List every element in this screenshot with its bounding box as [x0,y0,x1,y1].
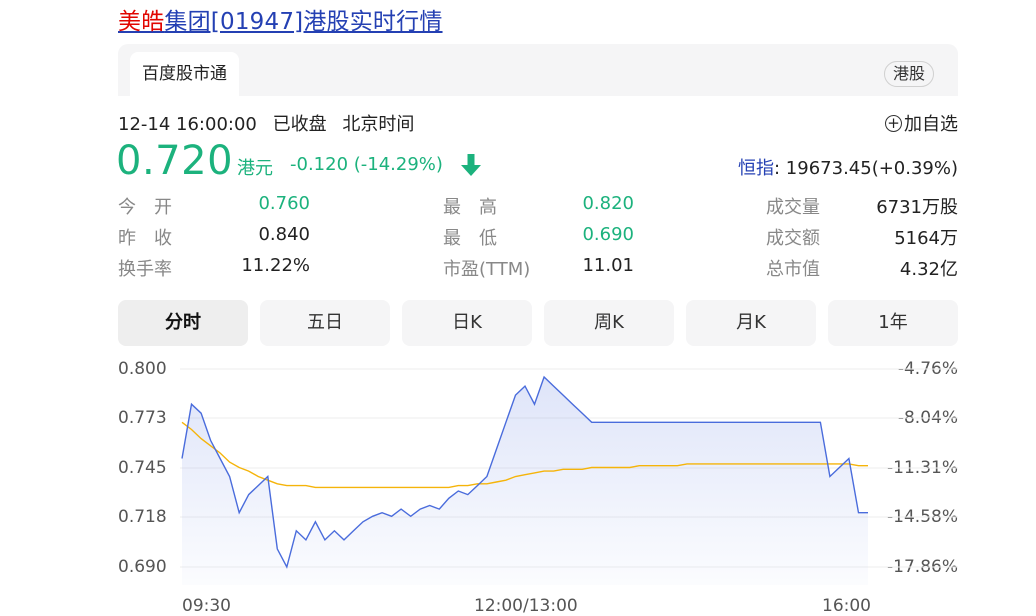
intraday-chart[interactable] [0,0,1036,616]
price-area [182,377,868,585]
